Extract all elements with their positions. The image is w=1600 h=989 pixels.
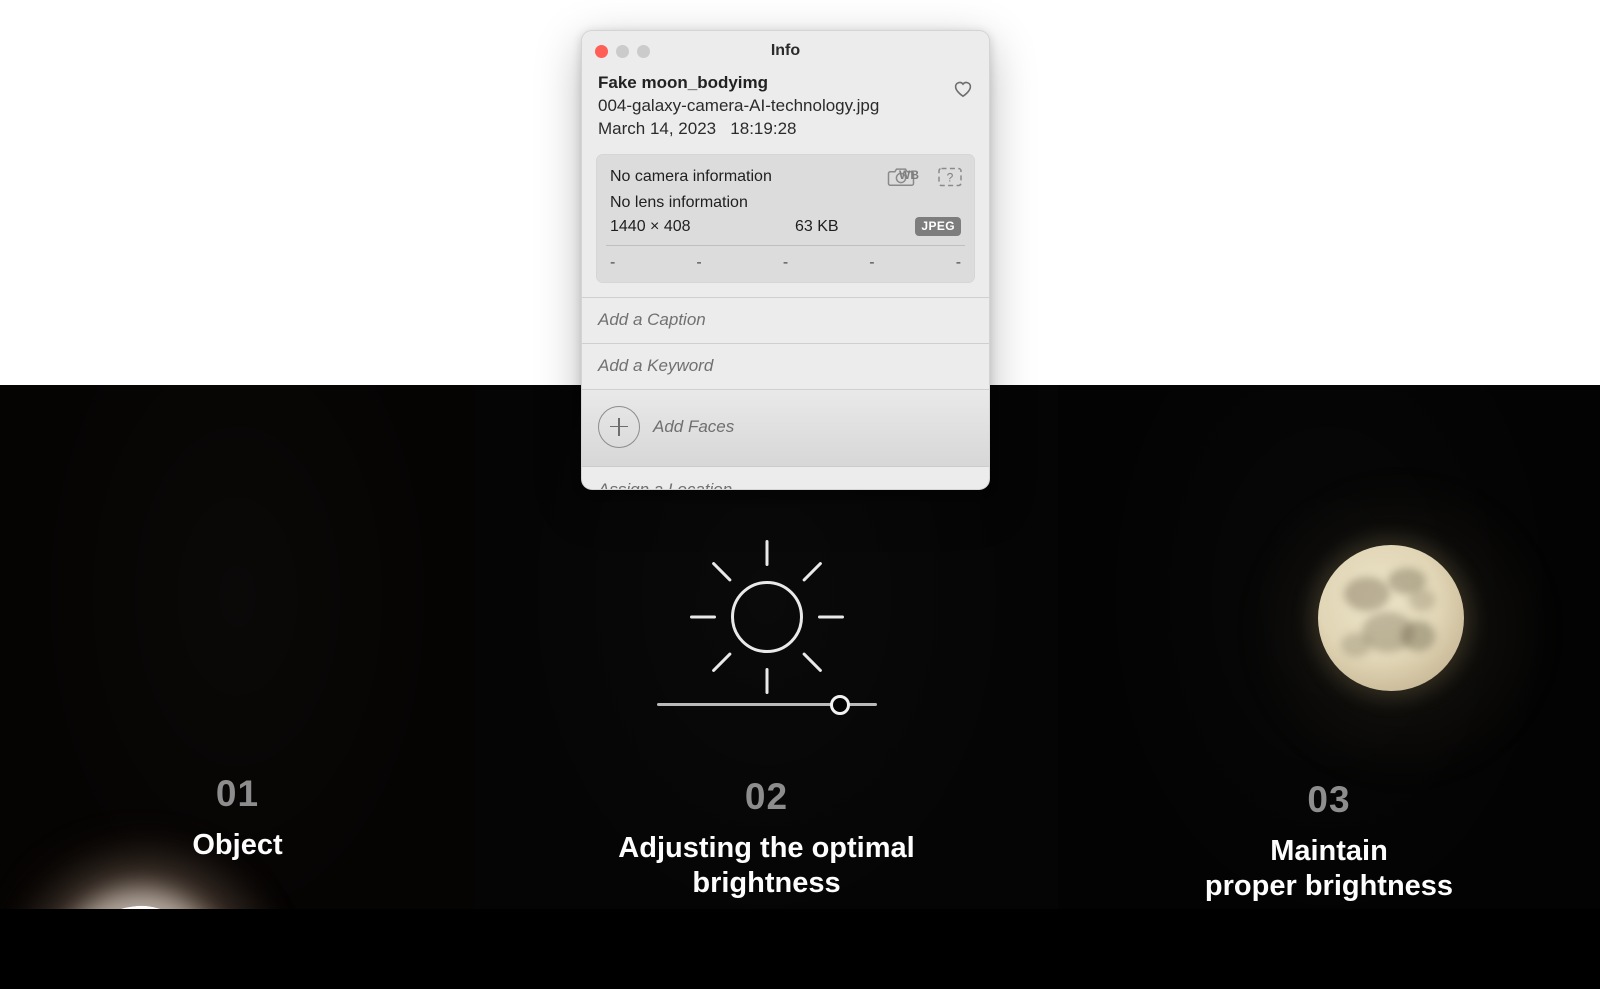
panel-title-line2: proper brightness <box>1204 870 1454 903</box>
sun-ray <box>765 540 768 566</box>
exif-placeholder: - <box>955 253 962 271</box>
moon-crater <box>1341 632 1372 657</box>
file-size: 63 KB <box>795 217 839 235</box>
panel-caption-01: 01 Object <box>0 775 475 863</box>
panel-title: Maintain proper brightness <box>1058 834 1600 905</box>
slider-handle <box>829 694 850 715</box>
panel-title-line1: Maintain <box>1270 835 1388 867</box>
location-input[interactable]: Assign a Location <box>582 467 989 490</box>
exif-placeholder: - <box>696 253 702 271</box>
panel-number: 02 <box>744 776 789 817</box>
sun-ray <box>710 561 732 582</box>
sun-ray <box>689 615 716 619</box>
sun-ray <box>765 668 768 694</box>
screen: 01 Object 02 Adjusting the optimal brigh… <box>0 0 1600 989</box>
panel-title: Object <box>192 829 283 861</box>
keyword-placeholder: Add a Keyword <box>598 355 714 375</box>
file-title: Fake moon_bodyimg <box>598 73 769 92</box>
panel-floor <box>0 909 475 989</box>
sun-ray <box>817 615 844 619</box>
moon-crater <box>1344 577 1391 612</box>
plus-circle-icon[interactable] <box>598 405 640 448</box>
brightness-slider <box>475 694 1058 715</box>
moon-crater <box>1401 620 1436 651</box>
metadata-summary: No camera information No lens informatio… <box>596 154 975 245</box>
panel-caption-03: 03 Maintain proper brightness <box>1058 781 1600 905</box>
sun-ray <box>801 652 823 673</box>
panel-floor <box>1058 909 1600 989</box>
add-faces-row[interactable]: Add Faces <box>582 389 989 467</box>
add-faces-label: Add Faces <box>653 416 735 436</box>
sun-icon <box>687 537 847 697</box>
sun-core <box>730 581 803 653</box>
svg-text:?: ? <box>947 171 954 185</box>
question-mark-icon[interactable]: ? <box>937 165 963 194</box>
metadata-icon-group: WB ? <box>886 165 963 194</box>
panel-caption-02: 02 Adjusting the optimal brightness <box>475 778 1058 902</box>
panel-number: 03 <box>1307 779 1351 820</box>
caption-placeholder: Add a Caption <box>598 309 706 329</box>
heart-icon[interactable] <box>951 76 975 100</box>
exif-placeholder: - <box>610 253 616 271</box>
detailed-moon-image <box>1318 545 1464 691</box>
info-window[interactable]: Info Fake moon_bodyimg 004-galaxy-camera… <box>581 30 990 490</box>
panel-title-line2: brightness <box>692 867 841 900</box>
file-datetime: March 14, 2023 18:19:28 <box>598 118 797 138</box>
file-header: Fake moon_bodyimg 004-galaxy-camera-AI-t… <box>582 72 989 154</box>
slider-track <box>656 694 877 715</box>
metadata-row: 1440 × 408 63 KB JPEG <box>610 217 961 237</box>
metadata-card: No camera information No lens informatio… <box>596 154 975 283</box>
window-titlebar[interactable]: Info <box>582 31 989 72</box>
window-title: Info <box>770 42 801 59</box>
keyword-input[interactable]: Add a Keyword <box>582 344 989 390</box>
exif-placeholder: - <box>782 253 789 271</box>
file-name: 004-galaxy-camera-AI-technology.jpg <box>598 95 880 115</box>
sun-ray <box>710 652 732 673</box>
panel-floor <box>475 909 1058 989</box>
sun-ray <box>801 561 823 582</box>
exif-placeholder-row: - - - - - <box>596 246 975 283</box>
brightness-illustration <box>475 537 1058 697</box>
exif-placeholder: - <box>869 253 875 271</box>
format-badge: JPEG <box>915 217 961 237</box>
panel-number: 01 <box>215 773 260 814</box>
panel-title-line1: Adjusting the optimal <box>618 832 915 864</box>
location-placeholder: Assign a Location <box>598 479 733 490</box>
moon-crater <box>1408 588 1435 611</box>
panel-title: Adjusting the optimal brightness <box>475 831 1058 902</box>
banner-panel-01: 01 Object <box>0 385 475 989</box>
camera-wb-icon[interactable]: WB <box>886 165 940 194</box>
image-dimensions: 1440 × 408 <box>610 217 691 235</box>
caption-input[interactable]: Add a Caption <box>582 296 989 344</box>
